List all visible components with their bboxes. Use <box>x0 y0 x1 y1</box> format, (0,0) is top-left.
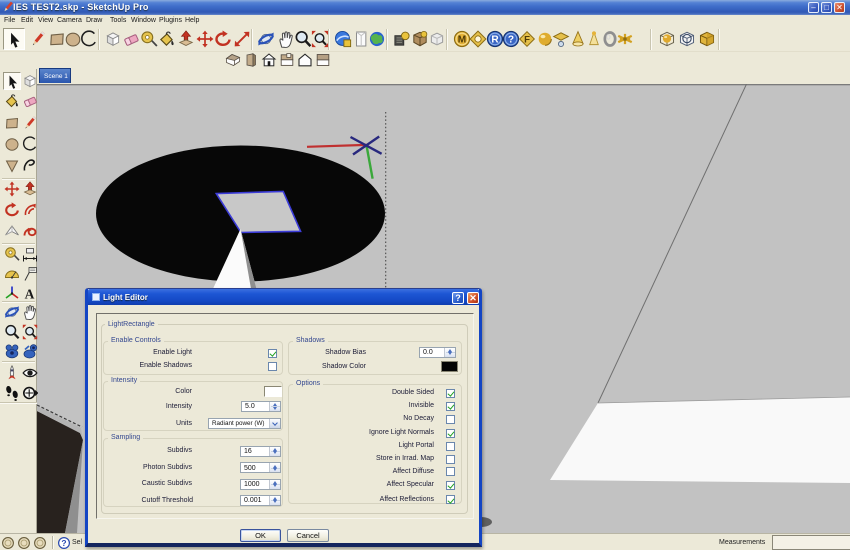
svg-text:?: ? <box>508 35 514 46</box>
svg-text:?: ? <box>61 538 66 548</box>
svg-text:F: F <box>524 34 530 45</box>
svg-text:A: A <box>25 286 35 301</box>
svg-text:M: M <box>458 35 466 46</box>
svg-text:R: R <box>491 35 499 46</box>
